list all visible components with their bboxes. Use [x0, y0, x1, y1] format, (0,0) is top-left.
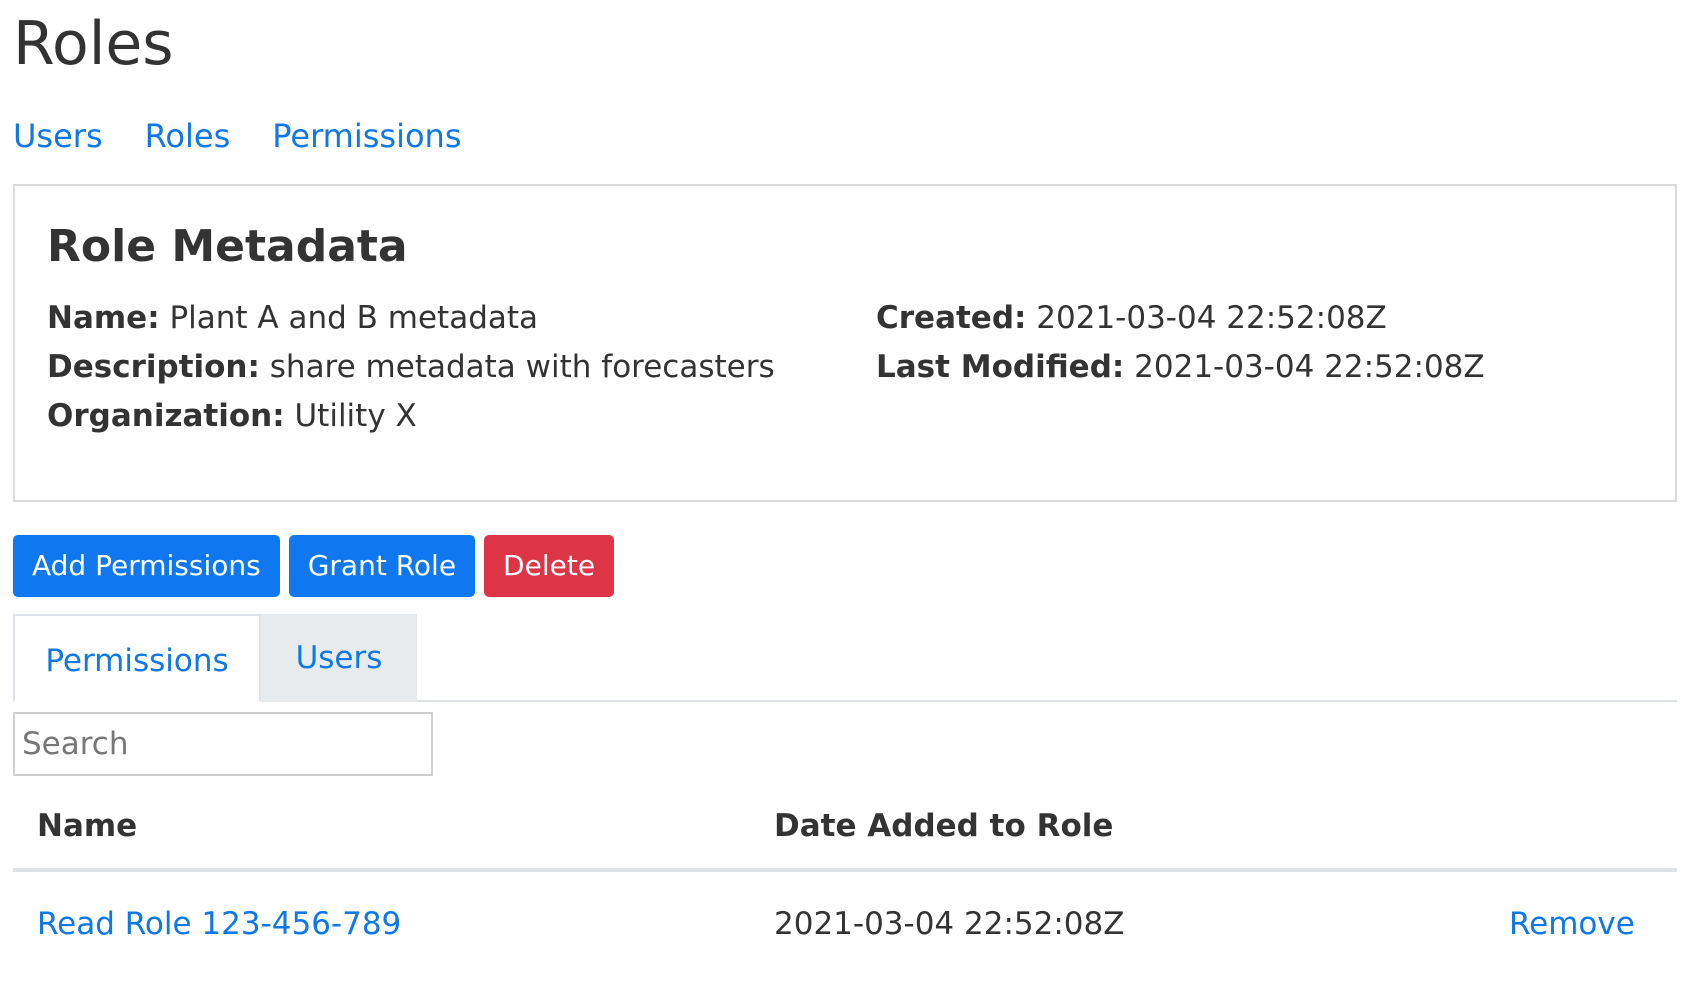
name-column-header: Name: [37, 808, 138, 844]
metadata-created-label: Created:: [876, 300, 1027, 336]
role-actions: Add Permissions Grant Role Delete: [13, 535, 615, 597]
metadata-name-label: Name:: [47, 300, 160, 336]
nav-link-users[interactable]: Users: [13, 116, 103, 156]
metadata-name-row: Name: Plant A and B metadata: [47, 294, 775, 343]
metadata-modified-label: Last Modified:: [876, 349, 1125, 385]
remove-link[interactable]: Remove: [1509, 906, 1635, 942]
metadata-created-value: 2021-03-04 22:52:08Z: [1036, 300, 1387, 336]
nav-link-roles[interactable]: Roles: [145, 116, 231, 156]
tab-users[interactable]: Users: [261, 614, 417, 702]
top-nav: Users Roles Permissions: [13, 116, 462, 156]
delete-button[interactable]: Delete: [484, 535, 615, 597]
grant-role-button[interactable]: Grant Role: [288, 535, 476, 597]
date-added-column-header: Date Added to Role: [774, 808, 1114, 844]
metadata-right-column: Created: 2021-03-04 22:52:08Z Last Modif…: [876, 294, 1485, 392]
metadata-description-row: Description: share metadata with forecas…: [47, 343, 775, 392]
permission-link[interactable]: Read Role 123-456-789: [37, 906, 401, 942]
role-tabs: Permissions Users: [13, 614, 1677, 702]
search-input[interactable]: [13, 712, 433, 776]
tab-permissions[interactable]: Permissions: [13, 614, 261, 702]
metadata-organization-row: Organization: Utility X: [47, 392, 775, 441]
metadata-name-value: Plant A and B metadata: [169, 300, 539, 336]
metadata-organization-value: Utility X: [294, 398, 417, 434]
metadata-description-label: Description:: [47, 349, 260, 385]
metadata-created-row: Created: 2021-03-04 22:52:08Z: [876, 294, 1485, 343]
metadata-left-column: Name: Plant A and B metadata Description…: [47, 294, 775, 441]
metadata-description-value: share metadata with forecasters: [269, 349, 775, 385]
metadata-modified-value: 2021-03-04 22:52:08Z: [1134, 349, 1485, 385]
permissions-table-header: Name Date Added to Role: [13, 800, 1677, 872]
metadata-organization-label: Organization:: [47, 398, 285, 434]
date-added-cell: 2021-03-04 22:52:08Z: [774, 906, 1125, 942]
add-permissions-button[interactable]: Add Permissions: [13, 535, 280, 597]
table-row: Read Role 123-456-789 2021-03-04 22:52:0…: [13, 876, 1677, 976]
role-metadata-title: Role Metadata: [47, 221, 408, 272]
nav-link-permissions[interactable]: Permissions: [272, 116, 461, 156]
page-title: Roles: [13, 9, 174, 79]
metadata-modified-row: Last Modified: 2021-03-04 22:52:08Z: [876, 343, 1485, 392]
